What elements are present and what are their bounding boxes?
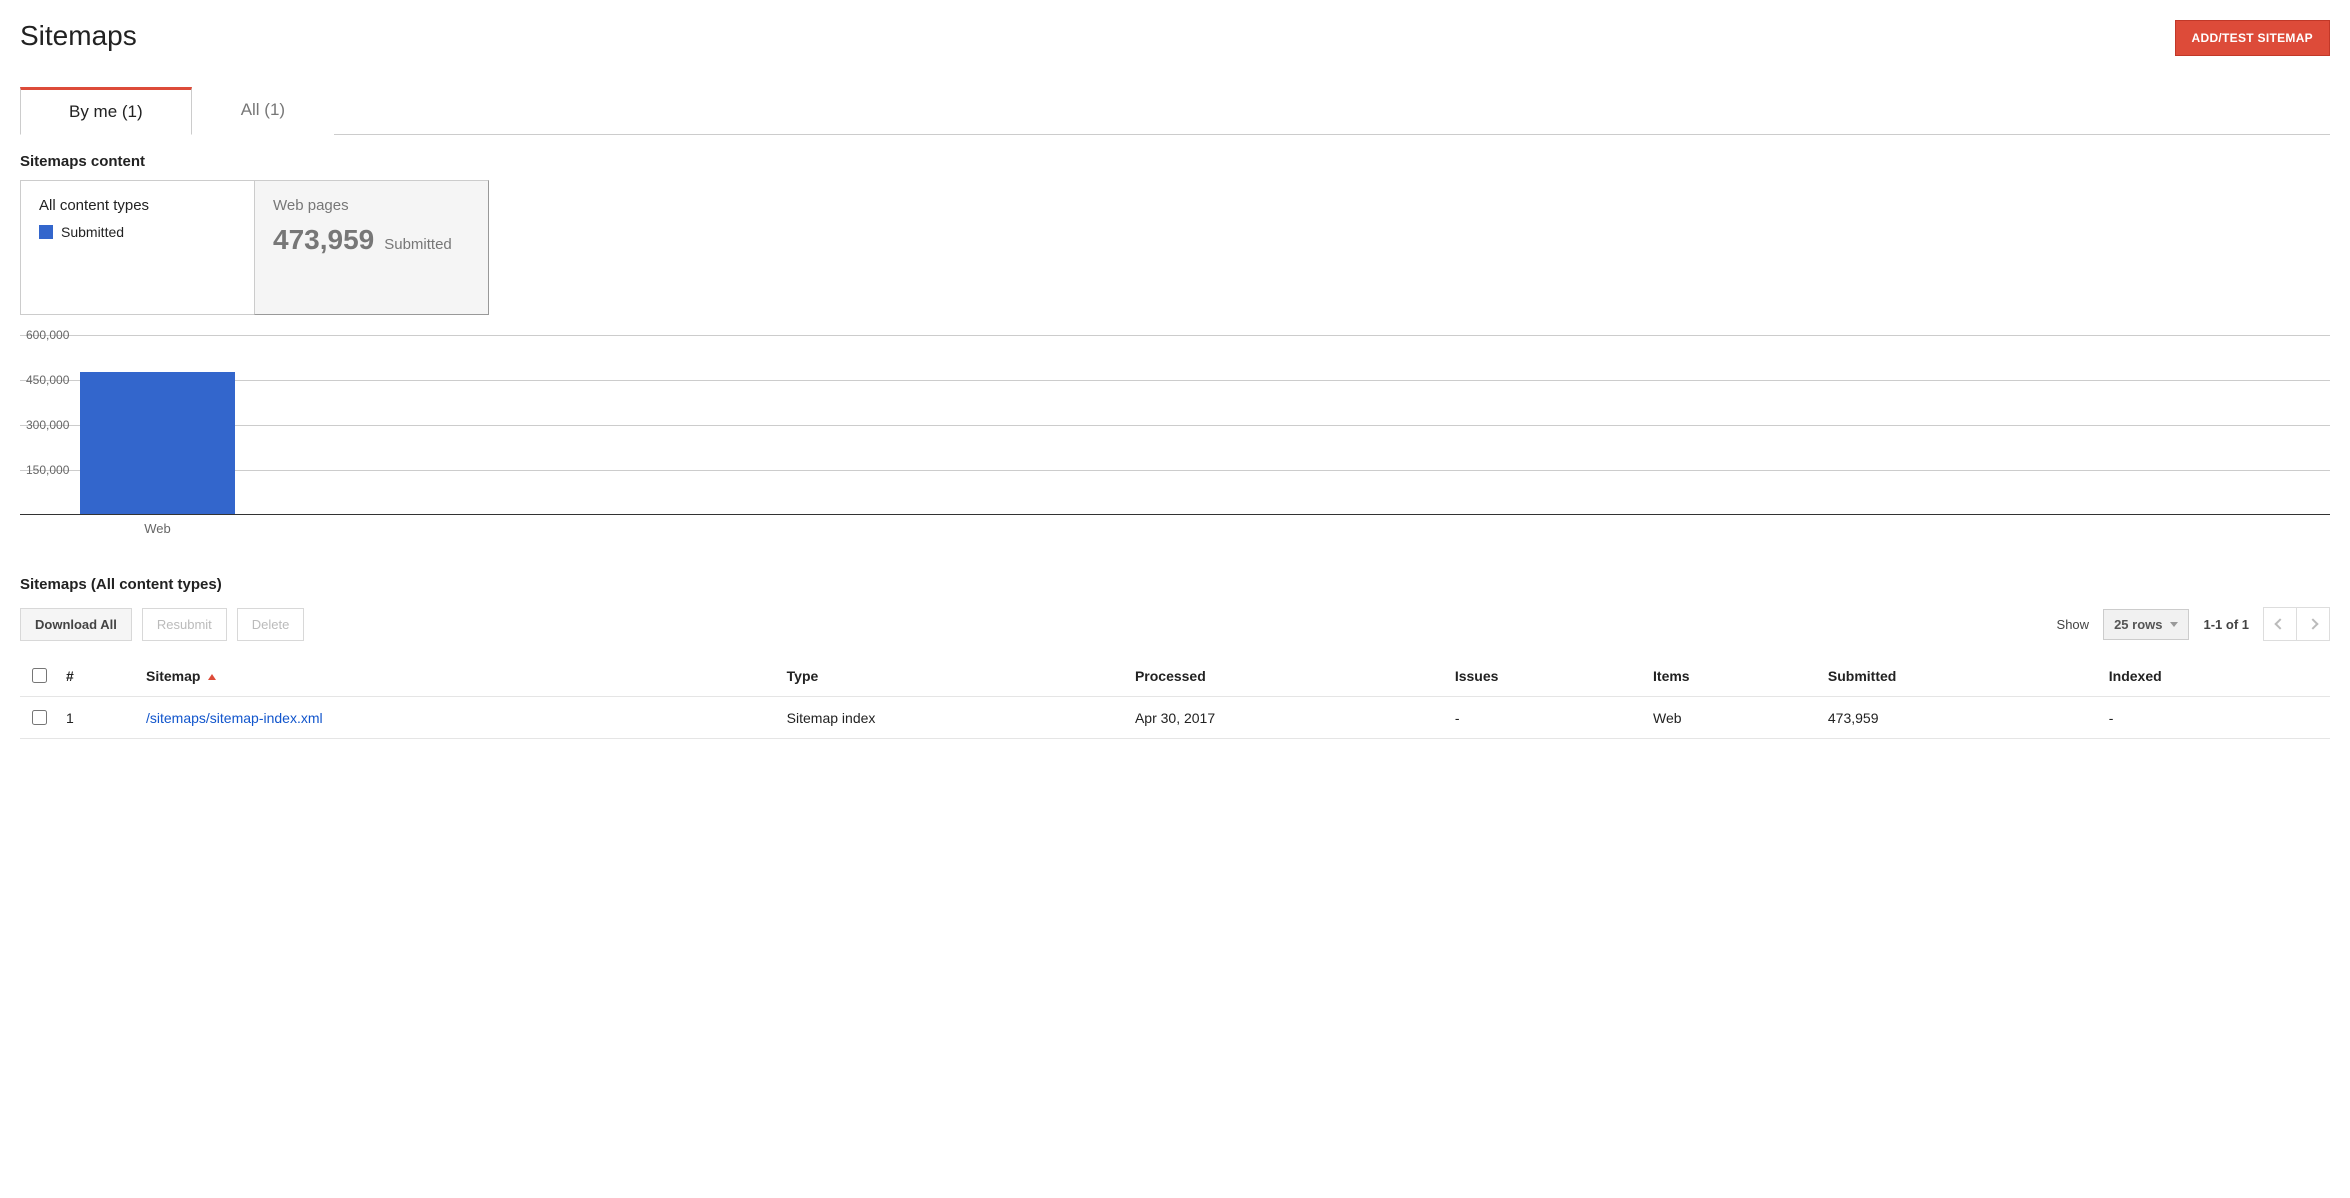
pagination-range: 1-1 of 1 [2203, 617, 2249, 632]
col-indexed[interactable]: Indexed [2101, 655, 2330, 697]
chevron-right-icon [2307, 618, 2318, 629]
gridline [20, 335, 2330, 336]
all-content-types-card[interactable]: All content types Submitted [20, 180, 255, 315]
gridline [20, 380, 2330, 381]
col-submitted[interactable]: Submitted [1820, 655, 2101, 697]
prev-page-button[interactable] [2263, 607, 2297, 641]
row-checkbox[interactable] [32, 710, 47, 725]
cell-number: 1 [58, 697, 138, 739]
next-page-button[interactable] [2296, 607, 2330, 641]
col-processed[interactable]: Processed [1127, 655, 1447, 697]
page-title: Sitemaps [20, 20, 137, 52]
table-section-title: Sitemaps (All content types) [20, 576, 2330, 593]
cell-processed: Apr 30, 2017 [1127, 697, 1447, 739]
resubmit-button[interactable]: Resubmit [142, 608, 227, 641]
sitemap-link[interactable]: /sitemaps/sitemap-index.xml [146, 710, 323, 726]
web-pages-count: 473,959 [273, 224, 374, 256]
chart-bar[interactable] [80, 372, 235, 514]
delete-button[interactable]: Delete [237, 608, 305, 641]
y-tick-label: 300,000 [24, 418, 71, 432]
legend-label-submitted: Submitted [61, 224, 124, 240]
select-all-checkbox[interactable] [32, 668, 47, 683]
download-all-button[interactable]: Download All [20, 608, 132, 641]
cell-submitted: 473,959 [1820, 697, 2101, 739]
web-pages-count-label: Submitted [384, 236, 452, 253]
sitemaps-chart: 150,000300,000450,000600,000 Web [20, 335, 2330, 536]
table-row: 1/sitemaps/sitemap-index.xml Sitemap inde… [20, 697, 2330, 739]
y-tick-label: 150,000 [24, 463, 71, 477]
x-tick-label: Web [80, 521, 235, 536]
caret-down-icon [2170, 622, 2178, 627]
col-type[interactable]: Type [779, 655, 1127, 697]
rows-per-page-select[interactable]: 25 rows [2103, 609, 2189, 640]
legend-swatch-submitted [39, 225, 53, 239]
show-label: Show [2057, 617, 2090, 632]
add-test-sitemap-button[interactable]: ADD/TEST SITEMAP [2175, 20, 2330, 56]
tab-all[interactable]: All (1) [192, 87, 334, 135]
sort-asc-icon [208, 674, 216, 680]
col-sitemap-label: Sitemap [146, 668, 200, 684]
sitemaps-table: # Sitemap Type Processed Issues Items Su… [20, 655, 2330, 739]
web-pages-card[interactable]: Web pages 473,959 Submitted [254, 180, 489, 315]
col-number[interactable]: # [58, 655, 138, 697]
all-content-types-heading: All content types [39, 197, 236, 214]
cell-indexed: - [2101, 697, 2330, 739]
cell-type: Sitemap index [779, 697, 1127, 739]
y-tick-label: 450,000 [24, 373, 71, 387]
tabs: By me (1) All (1) [20, 86, 2330, 135]
gridline [20, 425, 2330, 426]
cell-issues: - [1447, 697, 1645, 739]
web-pages-heading: Web pages [273, 197, 470, 214]
gridline [20, 470, 2330, 471]
tab-by-me[interactable]: By me (1) [20, 87, 192, 135]
y-tick-label: 600,000 [24, 328, 71, 342]
col-items[interactable]: Items [1645, 655, 1820, 697]
col-sitemap[interactable]: Sitemap [138, 655, 779, 697]
col-issues[interactable]: Issues [1447, 655, 1645, 697]
content-section-title: Sitemaps content [20, 153, 2330, 170]
rows-per-page-value: 25 rows [2114, 617, 2162, 632]
chevron-left-icon [2274, 618, 2285, 629]
cell-items: Web [1645, 697, 1820, 739]
